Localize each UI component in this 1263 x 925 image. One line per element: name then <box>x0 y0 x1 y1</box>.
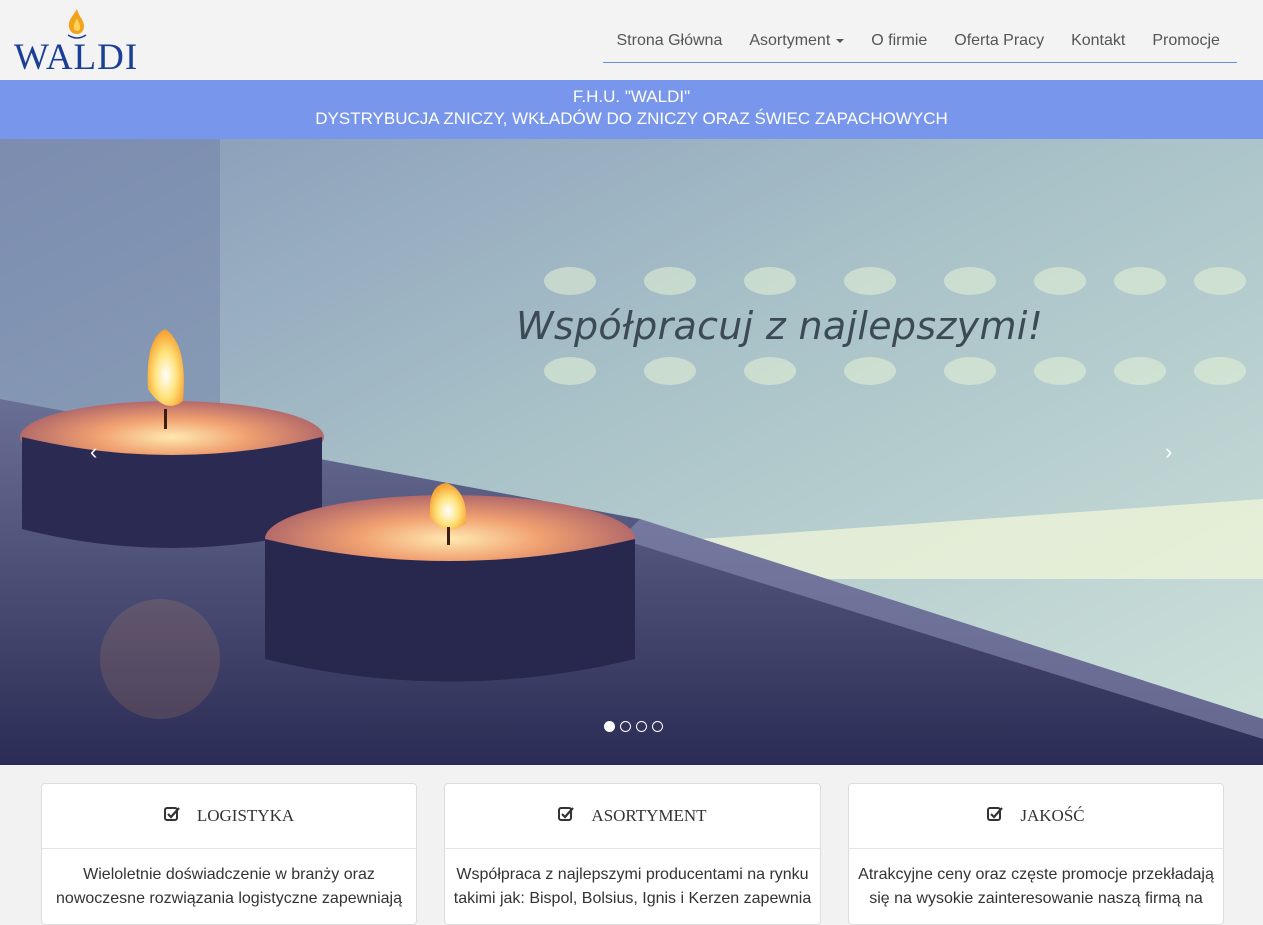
feature-card-logistics: LOGISTYKA Wieloletnie doświadczenie w br… <box>41 783 417 925</box>
carousel-indicator[interactable] <box>604 721 615 732</box>
nav-assortment[interactable]: Asortyment <box>736 22 858 60</box>
nav-contact[interactable]: Kontakt <box>1058 22 1139 60</box>
main-nav: Strona Główna Asortyment O firmie Oferta… <box>603 22 1237 63</box>
site-header: WALDI Strona Główna Asortyment O firmie … <box>0 0 1263 80</box>
banner-company-name: F.H.U. "WALDI" <box>572 87 691 106</box>
logo-text: WALDI <box>14 37 139 78</box>
hero-carousel: Współpracuj z najlepszymi! ‹ › <box>0 139 1263 765</box>
card-text-line: Wieloletnie doświadczenie w branży oraz <box>83 866 375 883</box>
card-title: ASORTYMENT <box>591 806 707 825</box>
check-square-icon <box>987 807 1004 821</box>
feature-card-assortment: ASORTYMENT Współpraca z najlepszymi prod… <box>444 783 821 925</box>
card-body: Wieloletnie doświadczenie w branży oraz … <box>42 849 416 911</box>
card-text-line: Współpraca z najlepszymi producentami na… <box>456 866 809 883</box>
nav-assortment-label: Asortyment <box>749 32 831 49</box>
check-square-icon <box>163 807 180 821</box>
caret-down-icon <box>836 38 845 43</box>
nav-jobs[interactable]: Oferta Pracy <box>941 22 1058 60</box>
nav-about[interactable]: O firmie <box>858 22 941 60</box>
carousel-indicator[interactable] <box>620 721 631 732</box>
carousel-indicator[interactable] <box>652 721 663 732</box>
card-title: JAKOŚĆ <box>1020 806 1085 825</box>
card-body: Atrakcyjne ceny oraz częste promocje prz… <box>849 849 1223 911</box>
site-logo[interactable]: WALDI <box>14 8 144 78</box>
banner-tagline: DYSTRYBUCJA ZNICZY, WKŁADÓW DO ZNICZY OR… <box>315 109 948 128</box>
slide-image-candles <box>0 139 1263 765</box>
nav-promotions[interactable]: Promocje <box>1139 22 1234 60</box>
card-header: LOGISTYKA <box>42 784 416 849</box>
card-text-line: się na wysokie zainteresowanie naszą fir… <box>869 890 1203 907</box>
check-square-icon <box>558 807 575 821</box>
card-header: JAKOŚĆ <box>849 784 1223 849</box>
chevron-right-icon[interactable]: › <box>1165 439 1172 465</box>
card-text-line: Atrakcyjne ceny oraz częste promocje prz… <box>858 866 1214 883</box>
card-header: ASORTYMENT <box>445 784 820 849</box>
card-title: LOGISTYKA <box>196 806 295 825</box>
card-text-line: takimi jak: Bispol, Bolsius, Ignis i Ker… <box>453 890 812 907</box>
card-text-line: nowoczesne rozwiązania logistyczne zapew… <box>56 890 402 907</box>
company-banner: F.H.U. "WALDI" DYSTRYBUCJA ZNICZY, WKŁAD… <box>0 80 1263 139</box>
chevron-left-icon[interactable]: ‹ <box>90 439 97 465</box>
carousel-indicators <box>604 721 663 732</box>
feature-card-quality: JAKOŚĆ Atrakcyjne ceny oraz częste promo… <box>848 783 1224 925</box>
card-body: Współpraca z najlepszymi producentami na… <box>445 849 820 911</box>
nav-home[interactable]: Strona Główna <box>603 22 736 60</box>
carousel-caption: Współpracuj z najlepszymi! <box>516 304 1044 348</box>
carousel-indicator[interactable] <box>636 721 647 732</box>
